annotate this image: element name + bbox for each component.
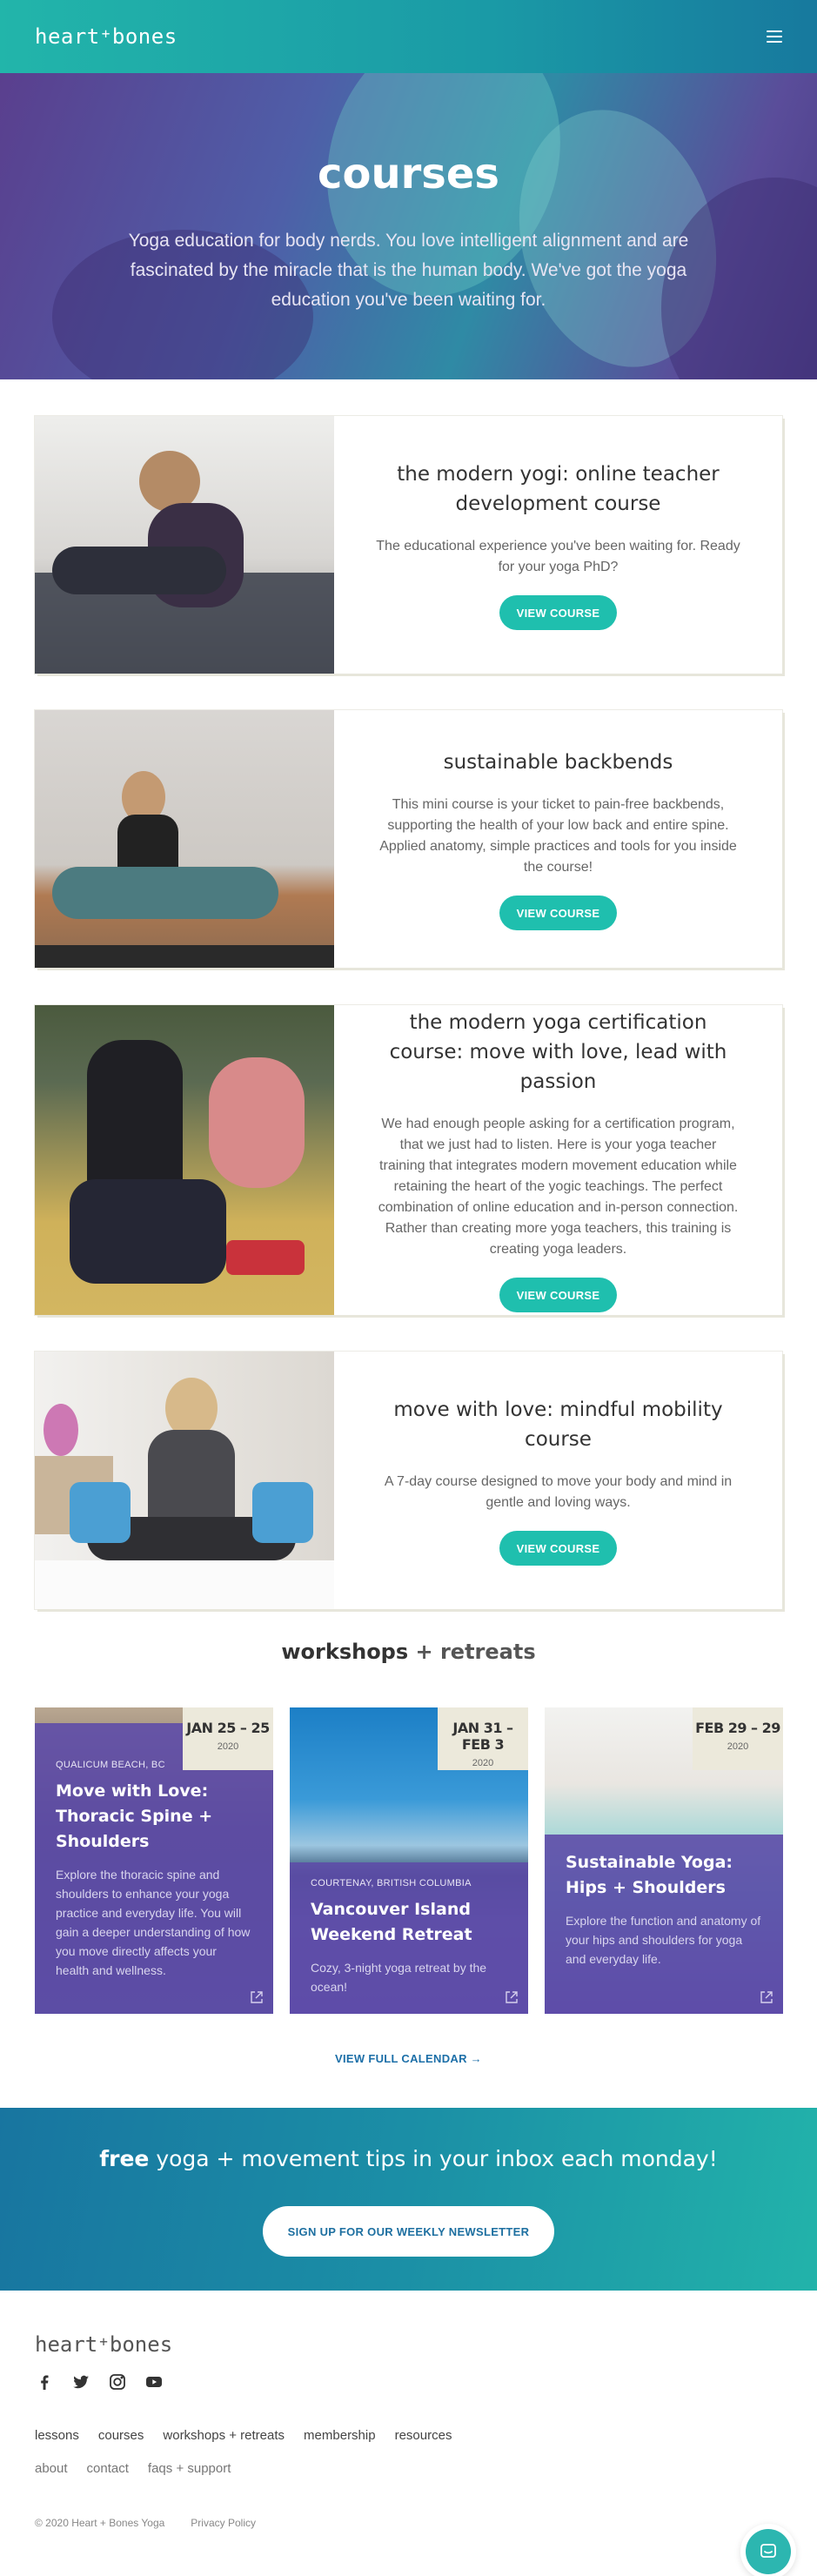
footer-logo[interactable]: heart +bones — [35, 2332, 172, 2357]
workshop-description: Explore the thoracic spine and shoulders… — [56, 1868, 251, 1977]
workshop-overlay: Sustainable Yoga: Hips + Shoulders Explo… — [545, 1835, 783, 2014]
workshop-date: JAN 31 – FEB 3 — [452, 1720, 513, 1753]
view-course-button[interactable]: VIEW COURSE — [499, 896, 618, 930]
newsletter-bold: free — [99, 2146, 150, 2171]
newsletter-rest: yoga + movement tips in your inbox each … — [149, 2146, 718, 2171]
logo-text-heart: heart — [35, 24, 100, 49]
footer-link-about[interactable]: about — [35, 2461, 68, 2476]
workshop-date: FEB 29 – 29 — [695, 1720, 780, 1736]
footer-link-resources[interactable]: resources — [395, 2428, 452, 2443]
external-link-icon — [251, 1991, 263, 2003]
footer-link-lessons[interactable]: lessons — [35, 2428, 79, 2443]
copyright-text: © 2020 Heart + Bones Yoga — [35, 2517, 165, 2529]
logo-text-heart: heart — [35, 2332, 98, 2357]
workshop-title: Sustainable Yoga: Hips + Shoulders — [566, 1853, 733, 1897]
workshop-date-badge: JAN 31 – FEB 3 2020 — [438, 1707, 528, 1770]
youtube-icon[interactable] — [144, 2372, 164, 2392]
instagram-icon[interactable] — [108, 2372, 127, 2392]
course-card: move with love: mindful mobility course … — [35, 1352, 782, 1609]
site-logo[interactable]: heart +bones — [35, 24, 177, 49]
hamburger-icon[interactable] — [767, 30, 782, 43]
site-header: heart +bones — [0, 0, 817, 73]
workshop-card[interactable]: Sustainable Yoga: Hips + Shoulders Explo… — [545, 1707, 783, 2014]
course-title: sustainable backbends — [443, 751, 673, 774]
external-link-icon — [506, 1991, 518, 2003]
view-course-button[interactable]: VIEW COURSE — [499, 595, 618, 630]
workshop-year: 2020 — [727, 1741, 749, 1752]
hero-intro-text: Yoga education for body nerds. You love … — [128, 231, 689, 310]
view-course-button[interactable]: VIEW COURSE — [499, 1531, 618, 1566]
workshop-overlay: COURTENAY, BRITISH COLUMBIA Vancouver Is… — [290, 1862, 528, 2014]
workshops-title-rest: + retreats — [408, 1640, 536, 1664]
course-body: the modern yoga certification course: mo… — [334, 1005, 782, 1315]
course-title: the modern yogi: online teacher developm… — [397, 463, 720, 515]
workshop-date-badge: JAN 25 – 25 2020 — [183, 1707, 273, 1770]
footer-legal: © 2020 Heart + Bones Yoga Privacy Policy — [35, 2517, 256, 2529]
workshops-section-title: workshops + retreats — [0, 1640, 817, 1664]
footer-link-workshops-retreats[interactable]: workshops + retreats — [163, 2428, 285, 2443]
twitter-icon[interactable] — [71, 2372, 90, 2392]
course-description: A 7-day course designed to move your bod… — [384, 1474, 733, 1510]
course-body: sustainable backbends This mini course i… — [334, 710, 782, 968]
chat-icon[interactable] — [746, 2529, 791, 2574]
workshop-description: Explore the function and anatomy of your… — [566, 1914, 761, 1966]
workshop-title: Move with Love: Thoracic Spine + Shoulde… — [56, 1781, 213, 1851]
social-links — [35, 2372, 164, 2392]
workshop-location: COURTENAY, BRITISH COLUMBIA — [311, 1878, 472, 1888]
course-card: the modern yoga certification course: mo… — [35, 1005, 782, 1315]
course-description: The educational experience you've been w… — [376, 539, 740, 574]
footer-link-membership[interactable]: membership — [304, 2428, 376, 2443]
course-card: sustainable backbends This mini course i… — [35, 710, 782, 968]
facebook-icon[interactable] — [35, 2372, 54, 2392]
workshop-date-badge: FEB 29 – 29 2020 — [693, 1707, 783, 1770]
course-title: move with love: mindful mobility course — [393, 1399, 723, 1451]
course-image[interactable] — [35, 1005, 334, 1315]
footer-link-courses[interactable]: courses — [98, 2428, 144, 2443]
hero-banner: courses Yoga education for body nerds. Y… — [0, 73, 817, 379]
workshop-year: 2020 — [472, 1758, 494, 1768]
footer-nav-primary: lessons courses workshops + retreats mem… — [35, 2428, 452, 2443]
logo-text-bones: bones — [111, 24, 177, 49]
course-image[interactable] — [35, 710, 334, 968]
workshop-year: 2020 — [217, 1741, 239, 1752]
workshop-card[interactable]: COURTENAY, BRITISH COLUMBIA Vancouver Is… — [290, 1707, 528, 2014]
course-description: This mini course is your ticket to pain-… — [379, 797, 737, 875]
view-course-button[interactable]: VIEW COURSE — [499, 1278, 618, 1312]
course-image[interactable] — [35, 416, 334, 674]
page-title: courses — [318, 150, 499, 198]
chat-widget — [740, 2524, 796, 2576]
workshop-title: Vancouver Island Weekend Retreat — [311, 1900, 472, 1944]
workshop-date: JAN 25 – 25 — [186, 1720, 270, 1736]
logo-text-bones: bones — [109, 2332, 173, 2357]
logo-plus: + — [99, 2333, 108, 2350]
workshops-title-bold: workshops — [281, 1640, 409, 1664]
course-card: the modern yogi: online teacher developm… — [35, 416, 782, 674]
footer-nav-secondary: about contact faqs + support — [35, 2461, 231, 2476]
newsletter-signup-button[interactable]: SIGN UP FOR OUR WEEKLY NEWSLETTER — [263, 2206, 554, 2257]
course-description: We had enough people asking for a certif… — [378, 1117, 739, 1257]
newsletter-text: free yoga + movement tips in your inbox … — [0, 2146, 817, 2171]
footer-link-faqs-support[interactable]: faqs + support — [148, 2461, 231, 2476]
course-body: move with love: mindful mobility course … — [334, 1352, 782, 1609]
external-link-icon — [760, 1991, 773, 2003]
privacy-policy-link[interactable]: Privacy Policy — [191, 2517, 256, 2529]
footer-link-contact[interactable]: contact — [87, 2461, 129, 2476]
newsletter-banner: free yoga + movement tips in your inbox … — [0, 2108, 817, 2291]
logo-plus: + — [101, 25, 110, 42]
course-title: the modern yoga certification course: mo… — [389, 1011, 727, 1093]
workshop-description: Cozy, 3-night yoga retreat by the ocean! — [311, 1961, 487, 1994]
course-body: the modern yogi: online teacher developm… — [334, 416, 782, 674]
course-image[interactable] — [35, 1352, 334, 1609]
workshop-card[interactable]: QUALICUM BEACH, BC Move with Love: Thora… — [35, 1707, 273, 2014]
view-full-calendar-link[interactable]: VIEW FULL CALENDAR → — [0, 2052, 817, 2065]
